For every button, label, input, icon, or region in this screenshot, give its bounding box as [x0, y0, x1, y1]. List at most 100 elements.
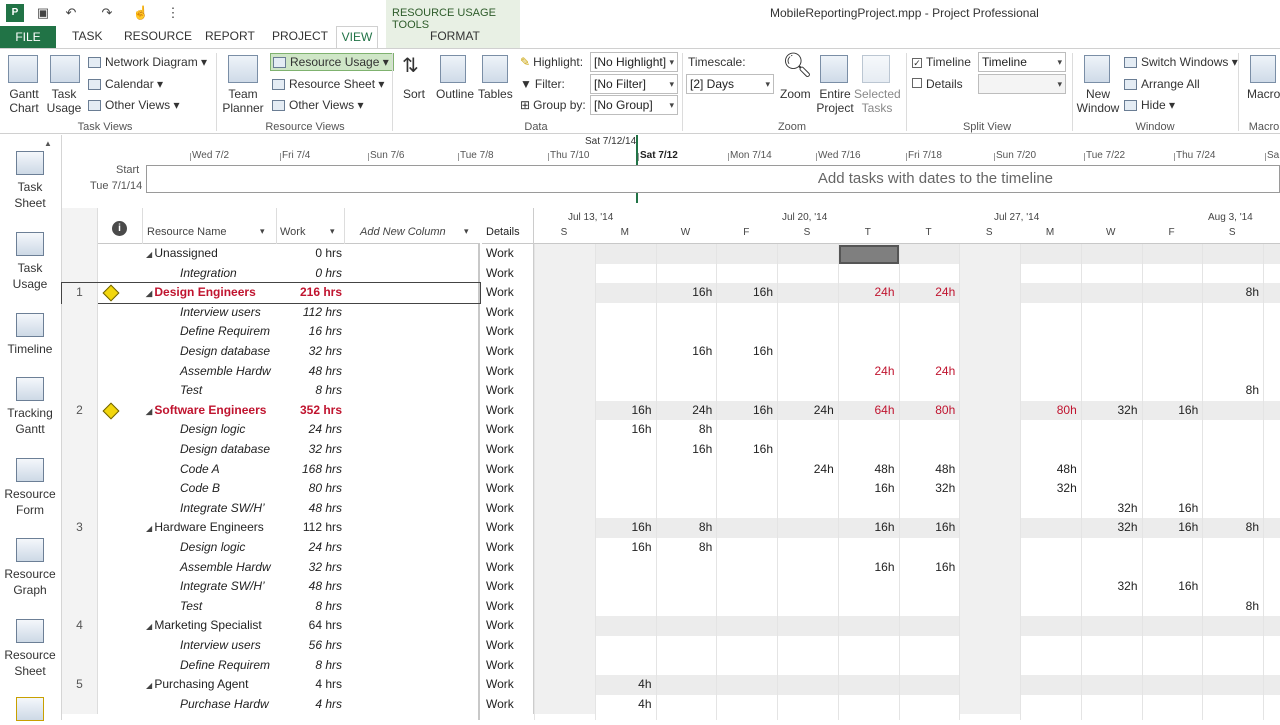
usage-cell[interactable]: [595, 244, 656, 264]
sort-dropdown-icon[interactable]: ▾: [260, 226, 265, 237]
work-value[interactable]: 24 hrs: [278, 538, 342, 558]
work-value[interactable]: 216 hrs: [278, 283, 342, 303]
resource-usage-button[interactable]: Resource Usage ▾: [270, 53, 394, 71]
usage-cell[interactable]: [777, 518, 838, 538]
usage-cell[interactable]: [716, 499, 777, 519]
usage-cell[interactable]: [777, 597, 838, 617]
viewbar-timeline[interactable]: Timeline: [0, 313, 60, 357]
timescale-dropdown[interactable]: [2] Days: [686, 74, 774, 94]
usage-cell[interactable]: [1081, 440, 1142, 460]
usage-cell[interactable]: 4h: [595, 695, 656, 715]
usage-cell[interactable]: [1142, 283, 1203, 303]
usage-cell[interactable]: [656, 460, 717, 480]
usage-cell[interactable]: [777, 381, 838, 401]
usage-cell[interactable]: 80h: [1020, 401, 1081, 421]
assignment-row[interactable]: Purchase Hardw 4 hrs: [62, 694, 480, 715]
usage-cell[interactable]: [838, 499, 899, 519]
usage-cell[interactable]: [656, 303, 717, 323]
usage-cell[interactable]: 8h: [1202, 597, 1263, 617]
row-id[interactable]: [62, 244, 98, 264]
usage-cell[interactable]: [1202, 558, 1263, 578]
usage-cell[interactable]: [1020, 420, 1081, 440]
usage-cell[interactable]: [1142, 440, 1203, 460]
usage-cell[interactable]: [1142, 538, 1203, 558]
usage-cell[interactable]: [1020, 577, 1081, 597]
usage-cell[interactable]: [716, 479, 777, 499]
usage-cell[interactable]: [1202, 538, 1263, 558]
usage-cell[interactable]: [534, 636, 595, 656]
assignment-row[interactable]: Design database 32 hrs: [62, 440, 480, 460]
usage-cell[interactable]: [838, 303, 899, 323]
usage-cell[interactable]: [534, 675, 595, 695]
usage-cell[interactable]: [716, 244, 777, 264]
details-checkbox[interactable]: Details: [912, 77, 963, 91]
usage-cell[interactable]: [534, 401, 595, 421]
usage-cell[interactable]: [1081, 636, 1142, 656]
usage-cell[interactable]: [656, 636, 717, 656]
save-icon[interactable]: ▣: [34, 4, 52, 22]
row-id[interactable]: [62, 361, 98, 382]
usage-cell[interactable]: 48h: [838, 460, 899, 480]
usage-cell[interactable]: [534, 499, 595, 519]
work-value[interactable]: 48 hrs: [278, 577, 342, 597]
usage-cell[interactable]: 32h: [1081, 401, 1142, 421]
usage-cell[interactable]: [1020, 283, 1081, 303]
usage-cell[interactable]: [899, 636, 960, 656]
usage-cell[interactable]: [656, 264, 717, 284]
assignment-row[interactable]: Integrate SW/H’ 48 hrs: [62, 498, 480, 519]
usage-cell[interactable]: [838, 616, 899, 636]
usage-cell[interactable]: [595, 597, 656, 617]
usage-cell[interactable]: [656, 381, 717, 401]
usage-cell[interactable]: [1142, 597, 1203, 617]
select-all-corner[interactable]: [62, 208, 98, 244]
assignment-row[interactable]: Code B 80 hrs: [62, 479, 480, 499]
usage-cell[interactable]: [838, 420, 899, 440]
usage-cell[interactable]: [595, 342, 656, 362]
usage-cell[interactable]: [656, 695, 717, 715]
usage-cell[interactable]: 8h: [656, 420, 717, 440]
assignment-row[interactable]: Integrate SW/H’ 48 hrs: [62, 577, 480, 597]
usage-cell[interactable]: [595, 460, 656, 480]
usage-cell[interactable]: [534, 381, 595, 401]
usage-cell[interactable]: [716, 264, 777, 284]
usage-cell[interactable]: 80h: [899, 401, 960, 421]
usage-cell[interactable]: [1020, 518, 1081, 538]
task-usage-button[interactable]: Task Usage: [44, 87, 84, 115]
usage-cell[interactable]: [716, 636, 777, 656]
usage-cell[interactable]: [1202, 675, 1263, 695]
usage-cell[interactable]: 8h: [656, 518, 717, 538]
usage-cell[interactable]: [838, 675, 899, 695]
usage-cell[interactable]: 24h: [899, 283, 960, 303]
usage-cell[interactable]: [1202, 460, 1263, 480]
resource-name[interactable]: ◢ Hardware Engineers: [144, 518, 276, 538]
usage-cell[interactable]: 32h: [1020, 479, 1081, 499]
usage-cell[interactable]: [838, 538, 899, 558]
usage-cell[interactable]: [1081, 656, 1142, 676]
usage-cell[interactable]: 16h: [716, 440, 777, 460]
selected-usage-cell[interactable]: [839, 245, 899, 264]
new-window-button[interactable]: New Window: [1076, 87, 1120, 115]
usage-cell[interactable]: [1142, 616, 1203, 636]
usage-cell[interactable]: [1202, 499, 1263, 519]
usage-cell[interactable]: [595, 499, 656, 519]
usage-cell[interactable]: [777, 322, 838, 342]
macros-button[interactable]: Macro: [1247, 87, 1280, 101]
usage-cell[interactable]: [656, 558, 717, 578]
usage-cell[interactable]: [959, 401, 1020, 421]
usage-cell[interactable]: [1142, 362, 1203, 382]
row-id[interactable]: [62, 322, 98, 342]
usage-cell[interactable]: [534, 342, 595, 362]
work-value[interactable]: 32 hrs: [278, 558, 342, 578]
undo-icon[interactable]: ↶: [62, 4, 80, 22]
usage-cell[interactable]: [899, 597, 960, 617]
usage-cell[interactable]: [595, 479, 656, 499]
usage-cell[interactable]: [656, 675, 717, 695]
usage-cell[interactable]: [838, 381, 899, 401]
usage-cell[interactable]: 16h: [595, 401, 656, 421]
usage-cell[interactable]: [534, 695, 595, 715]
usage-cell[interactable]: [777, 303, 838, 323]
resource-row[interactable]: 4 ◢ Marketing Specialist 64 hrs: [62, 616, 480, 636]
usage-cell[interactable]: [777, 695, 838, 715]
calendar-button[interactable]: Calendar ▾: [88, 77, 163, 91]
tables-button[interactable]: Tables: [478, 87, 513, 101]
